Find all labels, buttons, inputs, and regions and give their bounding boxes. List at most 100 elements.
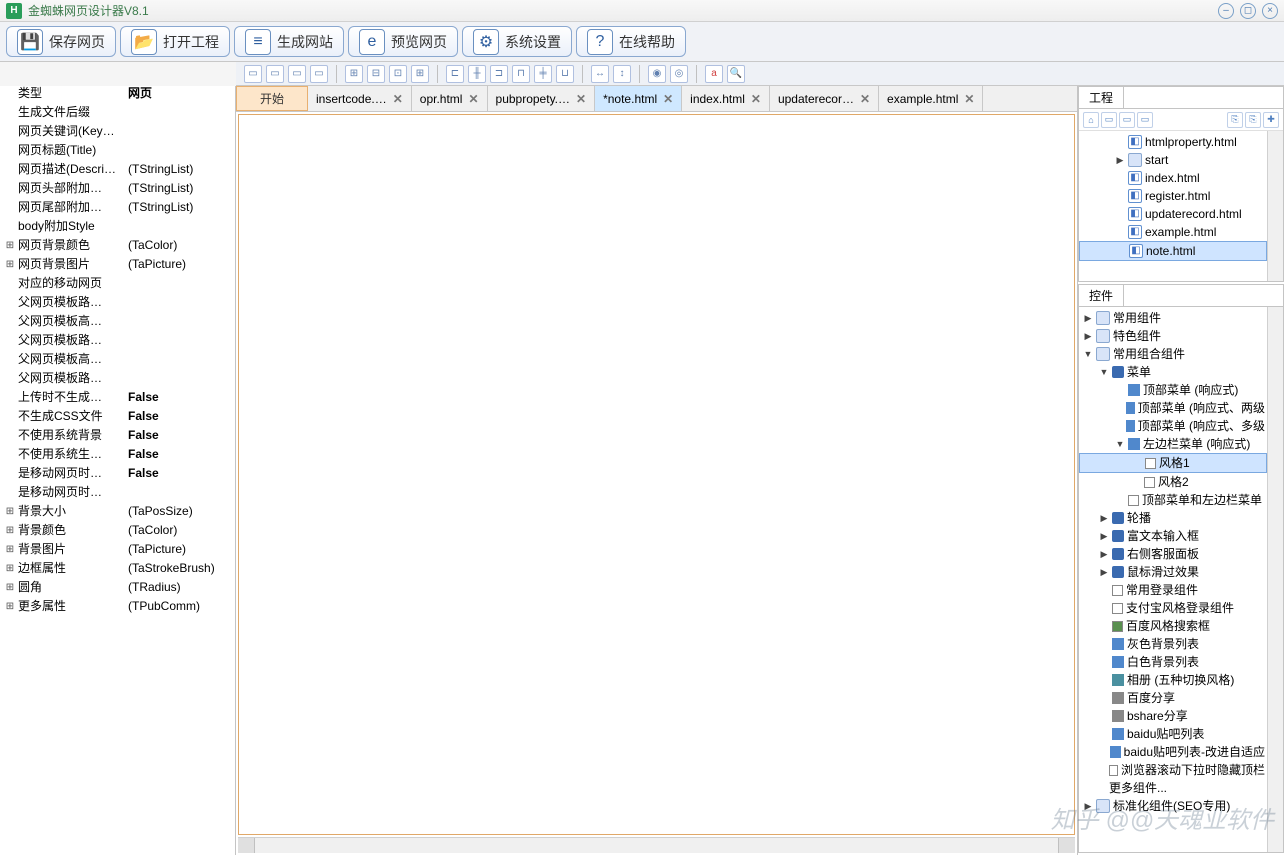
property-value[interactable]: (TaPosSize) bbox=[128, 503, 231, 520]
tree-node[interactable]: ▶右侧客服面板 bbox=[1079, 545, 1267, 563]
tree-node[interactable]: ▶轮播 bbox=[1079, 509, 1267, 527]
align-left-icon[interactable]: ⊏ bbox=[446, 65, 464, 83]
align-middle-icon[interactable]: ╪ bbox=[534, 65, 552, 83]
property-row[interactable]: ⊞边框属性(TaStrokeBrush) bbox=[0, 559, 235, 578]
tree-node[interactable]: ◧updaterecord.html bbox=[1079, 205, 1267, 223]
expand-arrow-icon[interactable]: ▶ bbox=[1083, 328, 1093, 344]
toolbar-系统设置[interactable]: ⚙系统设置 bbox=[462, 26, 572, 57]
property-row[interactable]: 不生成CSS文件False bbox=[0, 407, 235, 426]
tab-close-icon[interactable]: ✕ bbox=[964, 92, 974, 106]
toolbar-保存网页[interactable]: 💾保存网页 bbox=[6, 26, 116, 57]
tab-close-icon[interactable]: ✕ bbox=[860, 92, 870, 106]
property-row[interactable]: body附加Style bbox=[0, 217, 235, 236]
tree-node[interactable]: 顶部菜单 (响应式、两级 bbox=[1079, 399, 1267, 417]
folder-icon[interactable]: ▭ bbox=[1101, 112, 1117, 128]
property-row[interactable]: ⊞网页背景颜色(TaColor) bbox=[0, 236, 235, 255]
align-bottom-icon[interactable]: ⊔ bbox=[556, 65, 574, 83]
property-row[interactable]: 网页关键词(Key… bbox=[0, 122, 235, 141]
property-value[interactable] bbox=[128, 484, 231, 501]
property-row[interactable]: 类型网页 bbox=[0, 86, 235, 103]
property-value[interactable] bbox=[128, 123, 231, 140]
expand-arrow-icon[interactable]: ▶ bbox=[1099, 546, 1109, 562]
tool-icon[interactable]: ⊞ bbox=[345, 65, 363, 83]
property-value[interactable]: (TStringList) bbox=[128, 199, 231, 216]
property-value[interactable]: (TaPicture) bbox=[128, 541, 231, 558]
property-value[interactable]: (TStringList) bbox=[128, 161, 231, 178]
document-tab[interactable]: opr.html✕ bbox=[412, 86, 488, 111]
property-value[interactable]: 网页 bbox=[128, 86, 231, 102]
expand-icon[interactable]: ⊞ bbox=[4, 503, 16, 520]
expand-icon[interactable]: ⊞ bbox=[4, 237, 16, 254]
expand-arrow-icon[interactable]: ▶ bbox=[1083, 798, 1093, 814]
expand-arrow-icon[interactable]: ▼ bbox=[1115, 436, 1125, 452]
ungroup-icon[interactable]: ◎ bbox=[670, 65, 688, 83]
property-value[interactable] bbox=[128, 370, 231, 387]
property-value[interactable]: (TaColor) bbox=[128, 522, 231, 539]
tree-node[interactable]: baidu贴吧列表-改进自适应 bbox=[1079, 743, 1267, 761]
tab-project[interactable]: 工程 bbox=[1079, 87, 1124, 108]
expand-icon[interactable]: ⊞ bbox=[4, 560, 16, 577]
property-value[interactable]: False bbox=[128, 408, 231, 425]
minimize-button[interactable]: – bbox=[1218, 3, 1234, 19]
expand-icon[interactable]: ⊞ bbox=[4, 522, 16, 539]
toolbar-在线帮助[interactable]: ?在线帮助 bbox=[576, 26, 686, 57]
property-value[interactable]: (TStringList) bbox=[128, 180, 231, 197]
document-tab[interactable]: pubpropety.…✕ bbox=[488, 86, 596, 111]
distribute-icon[interactable]: ↔ bbox=[591, 65, 609, 83]
tree-node[interactable]: ▼左边栏菜单 (响应式) bbox=[1079, 435, 1267, 453]
tab-close-icon[interactable]: ✕ bbox=[393, 92, 403, 106]
property-row[interactable]: 父网页模板路… bbox=[0, 293, 235, 312]
tool-icon[interactable]: ▭ bbox=[244, 65, 262, 83]
property-row[interactable]: ⊞更多属性(TPubComm) bbox=[0, 597, 235, 616]
expand-icon[interactable]: ⊞ bbox=[4, 256, 16, 273]
document-tab[interactable]: index.html✕ bbox=[682, 86, 770, 111]
tab-close-icon[interactable]: ✕ bbox=[468, 92, 478, 106]
expand-icon[interactable]: ⊞ bbox=[4, 541, 16, 558]
property-row[interactable]: ⊞背景图片(TaPicture) bbox=[0, 540, 235, 559]
tree-node[interactable]: 顶部菜单 (响应式) bbox=[1079, 381, 1267, 399]
property-value[interactable]: False bbox=[128, 465, 231, 482]
property-value[interactable] bbox=[128, 313, 231, 330]
document-tab[interactable]: example.html✕ bbox=[879, 86, 983, 111]
canvas[interactable] bbox=[238, 114, 1075, 835]
property-value[interactable]: (TaPicture) bbox=[128, 256, 231, 273]
tree-node[interactable]: ◧register.html bbox=[1079, 187, 1267, 205]
tree-node[interactable]: ◧example.html bbox=[1079, 223, 1267, 241]
maximize-button[interactable]: ◻ bbox=[1240, 3, 1256, 19]
tree-node[interactable]: 风格2 bbox=[1079, 473, 1267, 491]
tree-node[interactable]: ◧htmlproperty.html bbox=[1079, 133, 1267, 151]
folder-icon[interactable]: ▭ bbox=[1137, 112, 1153, 128]
property-value[interactable] bbox=[128, 294, 231, 311]
tool-icon[interactable]: ▭ bbox=[288, 65, 306, 83]
property-row[interactable]: 生成文件后缀 bbox=[0, 103, 235, 122]
tree-node[interactable]: ▶start bbox=[1079, 151, 1267, 169]
tool-icon[interactable]: ⊟ bbox=[367, 65, 385, 83]
property-row[interactable]: 不使用系统生…False bbox=[0, 445, 235, 464]
property-value[interactable] bbox=[128, 275, 231, 292]
align-right-icon[interactable]: ⊐ bbox=[490, 65, 508, 83]
property-value[interactable]: False bbox=[128, 446, 231, 463]
document-tab[interactable]: insertcode.…✕ bbox=[308, 86, 412, 111]
tab-close-icon[interactable]: ✕ bbox=[663, 92, 673, 106]
property-row[interactable]: 对应的移动网页 bbox=[0, 274, 235, 293]
property-row[interactable]: 父网页模板路… bbox=[0, 331, 235, 350]
expand-arrow-icon[interactable]: ▼ bbox=[1099, 364, 1109, 380]
property-row[interactable]: 网页标题(Title) bbox=[0, 141, 235, 160]
document-tab[interactable]: updaterecor…✕ bbox=[770, 86, 879, 111]
expand-arrow-icon[interactable]: ▶ bbox=[1099, 564, 1109, 580]
new-icon[interactable]: ✚ bbox=[1263, 112, 1279, 128]
tab-close-icon[interactable]: ✕ bbox=[751, 92, 761, 106]
align-top-icon[interactable]: ⊓ bbox=[512, 65, 530, 83]
property-row[interactable]: 是移动网页时… bbox=[0, 483, 235, 502]
tree-node[interactable]: ▶特色组件 bbox=[1079, 327, 1267, 345]
distribute-icon[interactable]: ↕ bbox=[613, 65, 631, 83]
horizontal-scrollbar[interactable] bbox=[238, 837, 1075, 853]
paste-icon[interactable]: ⎘ bbox=[1245, 112, 1261, 128]
tool-icon[interactable]: ⊞ bbox=[411, 65, 429, 83]
folder-icon[interactable]: ▭ bbox=[1119, 112, 1135, 128]
tree-node[interactable]: 支付宝风格登录组件 bbox=[1079, 599, 1267, 617]
group-icon[interactable]: ◉ bbox=[648, 65, 666, 83]
property-value[interactable]: (TRadius) bbox=[128, 579, 231, 596]
property-row[interactable]: 父网页模板高… bbox=[0, 350, 235, 369]
align-center-icon[interactable]: ╫ bbox=[468, 65, 486, 83]
